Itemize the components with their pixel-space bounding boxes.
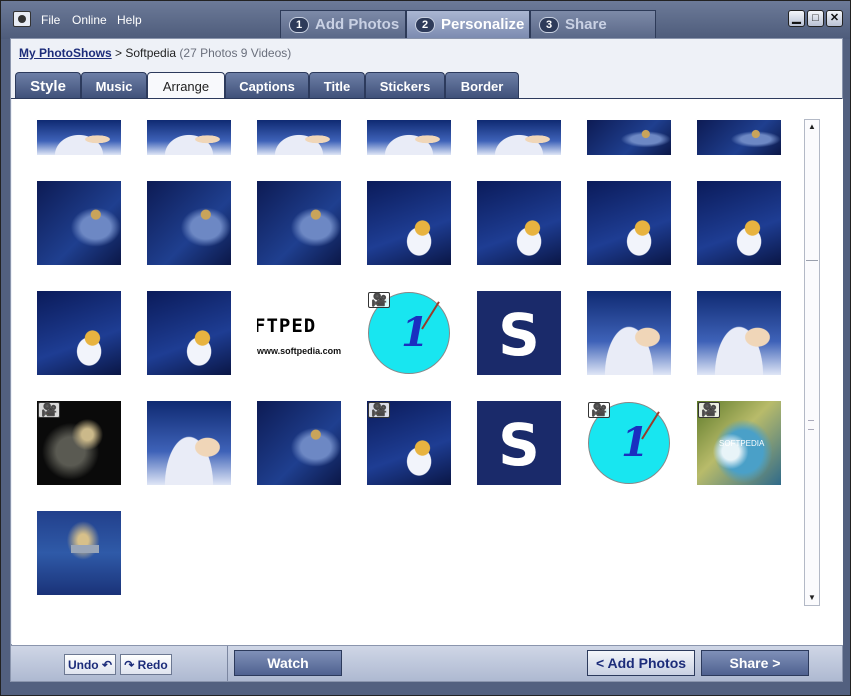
photo-thumbnail[interactable] [587,120,671,155]
video-thumbnail[interactable]: 🎥 [37,401,121,485]
toolbar-divider [227,646,228,681]
step-number: 2 [415,16,435,33]
step-label: Share [565,16,607,33]
photo-thumbnail[interactable] [37,120,121,155]
video-thumbnail[interactable]: SOFTPEDIA 🎥 [697,401,781,485]
photo-thumbnail[interactable] [147,120,231,155]
video-thumbnail[interactable]: 1 🎥 [587,401,671,485]
scroll-grip-icon [808,420,814,430]
photo-thumbnail[interactable] [257,401,341,485]
clock-digit: 1 [621,419,649,466]
thumbnail-watermark: SOFTPEDIA [719,439,765,448]
menu-help[interactable]: Help [117,13,142,27]
watch-button[interactable]: Watch [234,650,342,676]
scroll-down-arrow-icon[interactable]: ▼ [805,591,819,605]
breadcrumb: My PhotoShows > Softpedia (27 Photos 9 V… [19,46,291,60]
wizard-step-add-photos[interactable]: 1 Add Photos [280,10,406,38]
scroll-up-arrow-icon[interactable]: ▲ [805,120,819,134]
tab-arrange[interactable]: Arrange [147,72,225,99]
menu-file[interactable]: File [41,13,60,27]
video-thumbnail[interactable]: 1 🎥 [367,291,451,375]
vertical-scrollbar[interactable]: ▲ ▼ [804,119,820,606]
redo-button[interactable]: ↷ Redo [120,654,172,675]
photo-thumbnail[interactable] [257,181,341,265]
photo-thumbnail[interactable] [367,120,451,155]
thumbnail-url-text: www.softpedia.com [257,346,341,356]
app-camera-icon[interactable] [13,11,31,27]
menu-online[interactable]: Online [72,13,107,27]
breadcrumb-separator: > [111,46,126,60]
undo-button[interactable]: Undo ↶ [64,654,116,675]
tab-music[interactable]: Music [81,72,147,99]
title-bar: File Online Help 1 Add Photos 2 Personal… [1,1,850,39]
add-photos-button[interactable]: < Add Photos [587,650,695,676]
video-camera-icon: 🎥 [698,402,721,418]
photo-thumbnail[interactable] [587,181,671,265]
photo-thumbnail[interactable] [257,120,341,155]
video-camera-icon: 🎥 [368,292,391,308]
photo-thumbnail[interactable] [697,120,781,155]
breadcrumb-link-my-photoshows[interactable]: My PhotoShows [19,46,112,60]
close-button[interactable]: ✕ [826,10,843,27]
wizard-step-personalize[interactable]: 2 Personalize [406,10,530,38]
video-thumbnail[interactable]: 🎥 [367,401,451,485]
photo-thumbnail[interactable]: FTPED www.softpedia.com [257,291,341,375]
share-button[interactable]: Share > [701,650,809,676]
maximize-button[interactable]: □ [807,10,824,27]
tab-captions[interactable]: Captions [225,72,309,99]
tab-title[interactable]: Title [309,72,365,99]
tab-stickers[interactable]: Stickers [365,72,445,99]
photo-thumbnail[interactable] [37,291,121,375]
step-label: Personalize [441,16,525,33]
photo-thumbnail[interactable] [477,120,561,155]
photo-video-count: (27 Photos 9 Videos) [179,46,292,60]
photo-thumbnail[interactable] [147,181,231,265]
thumbnail-detail [71,545,99,553]
video-camera-icon: 🎥 [368,402,391,418]
content-panel: My PhotoShows > Softpedia (27 Photos 9 V… [10,38,843,645]
clock-digit: 1 [401,309,429,356]
tab-border[interactable]: Border [445,72,519,99]
photo-thumbnail[interactable] [477,181,561,265]
step-label: Add Photos [315,16,400,33]
minimize-button[interactable]: ▁ [788,10,805,27]
tab-style[interactable]: Style [15,72,81,99]
photo-thumbnail[interactable] [37,511,121,595]
photo-thumbnail[interactable] [697,181,781,265]
bottom-toolbar: Undo ↶ ↷ Redo Watch < Add Photos Share > [10,645,843,682]
step-number: 3 [539,16,559,33]
photo-thumbnail[interactable]: S [477,401,561,485]
video-camera-icon: 🎥 [38,402,61,418]
photo-thumbnail[interactable] [37,181,121,265]
s-logo-letter: S [498,301,540,369]
photo-thumbnail[interactable] [147,401,231,485]
s-logo-letter: S [498,411,540,479]
app-window: File Online Help 1 Add Photos 2 Personal… [0,0,851,696]
photo-thumbnail[interactable] [697,291,781,375]
wizard-step-share[interactable]: 3 Share [530,10,656,38]
photo-thumbnail[interactable] [587,291,671,375]
photo-grid: FTPED www.softpedia.com 1 🎥 S 🎥 🎥 S 1 🎥 … [12,99,843,645]
breadcrumb-current: Softpedia [125,46,177,60]
thumbnail-text: FTPED [257,315,317,337]
video-camera-icon: 🎥 [588,402,611,418]
photo-thumbnail[interactable] [147,291,231,375]
photo-thumbnail[interactable] [367,181,451,265]
step-number: 1 [289,16,309,33]
photo-thumbnail[interactable]: S [477,291,561,375]
